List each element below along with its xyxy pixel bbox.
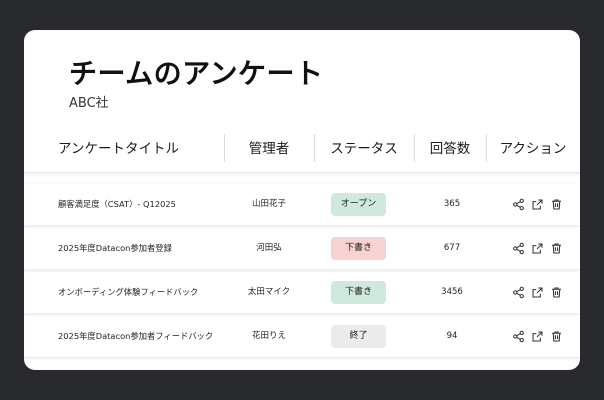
table-body: 顧客満足度（CSAT）- Q12025 山田花子 オープン 365 2025年度… bbox=[24, 173, 580, 357]
survey-owner: 花田りえ bbox=[251, 331, 286, 341]
table-row[interactable]: 顧客満足度（CSAT）- Q12025 山田花子 オープン 365 bbox=[24, 184, 580, 225]
table-row[interactable]: 2025年度Datacon参加者登録 河田弘 下書き 677 bbox=[24, 228, 580, 269]
share-icon[interactable] bbox=[512, 286, 525, 299]
status-badge: 下書き bbox=[331, 237, 386, 260]
page-title: チームのアンケート bbox=[69, 57, 324, 90]
status-badge: 下書き bbox=[331, 281, 386, 304]
company-name: ABC社 bbox=[69, 96, 109, 111]
table-row[interactable]: オンボーディング体験フィードバック 太田マイク 下書き 3456 bbox=[24, 272, 580, 313]
survey-title[interactable]: 顧客満足度（CSAT）- Q12025 bbox=[58, 184, 176, 225]
trash-icon[interactable] bbox=[550, 198, 563, 211]
export-icon[interactable] bbox=[531, 198, 544, 211]
row-actions bbox=[512, 228, 563, 269]
column-header-responses[interactable]: 回答数 bbox=[414, 126, 486, 172]
table-header: アンケートタイトル 管理者 ステータス 回答数 アクション bbox=[24, 126, 580, 173]
trash-icon[interactable] bbox=[550, 330, 563, 343]
trash-icon[interactable] bbox=[550, 242, 563, 255]
column-header-title[interactable]: アンケートタイトル bbox=[58, 126, 179, 172]
export-icon[interactable] bbox=[531, 286, 544, 299]
survey-table: アンケートタイトル 管理者 ステータス 回答数 アクション 顧客満足度（CSAT… bbox=[24, 126, 580, 357]
survey-card: チームのアンケート ABC社 アンケートタイトル 管理者 ステータス 回答数 ア… bbox=[24, 30, 580, 370]
column-header-actions: アクション bbox=[499, 141, 567, 157]
share-icon[interactable] bbox=[512, 242, 525, 255]
response-count: 94 bbox=[446, 331, 458, 341]
trash-icon[interactable] bbox=[550, 286, 563, 299]
share-icon[interactable] bbox=[512, 198, 525, 211]
column-header-status[interactable]: ステータス bbox=[314, 126, 414, 172]
share-icon[interactable] bbox=[512, 330, 525, 343]
survey-title[interactable]: 2025年度Datacon参加者フィードバック bbox=[58, 316, 213, 357]
response-count: 677 bbox=[443, 243, 461, 253]
export-icon[interactable] bbox=[531, 330, 544, 343]
survey-owner: 太田マイク bbox=[247, 287, 291, 297]
survey-title[interactable]: オンボーディング体験フィードバック bbox=[58, 272, 198, 313]
survey-title[interactable]: 2025年度Datacon参加者登録 bbox=[58, 228, 172, 269]
response-count: 3456 bbox=[441, 287, 463, 297]
export-icon[interactable] bbox=[531, 242, 544, 255]
table-row[interactable]: 2025年度Datacon参加者フィードバック 花田りえ 終了 94 bbox=[24, 316, 580, 357]
survey-owner: 河田弘 bbox=[256, 243, 282, 253]
status-badge: オープン bbox=[331, 193, 386, 216]
row-actions bbox=[512, 316, 563, 357]
row-actions bbox=[512, 184, 563, 225]
column-header-owner[interactable]: 管理者 bbox=[224, 126, 314, 172]
response-count: 365 bbox=[443, 199, 461, 209]
row-actions bbox=[512, 272, 563, 313]
survey-owner: 山田花子 bbox=[251, 199, 286, 209]
status-badge: 終了 bbox=[331, 325, 386, 348]
